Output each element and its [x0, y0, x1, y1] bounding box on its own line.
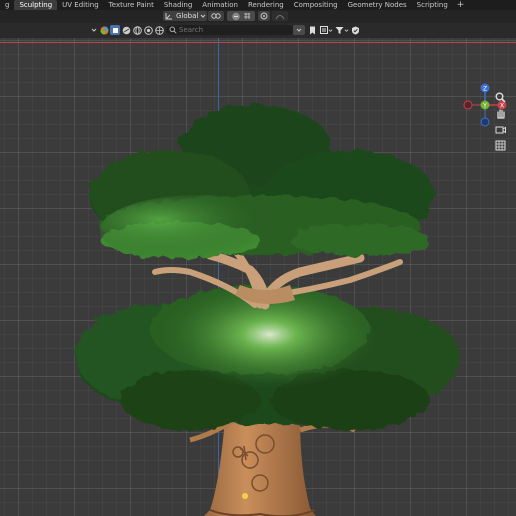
camera-view-button[interactable]	[493, 122, 507, 136]
hand-icon	[496, 108, 505, 119]
tab-geometry-nodes[interactable]: Geometry Nodes	[343, 0, 412, 10]
proportional-edit-toggle[interactable]	[258, 11, 270, 21]
zoom-button[interactable]	[493, 90, 507, 104]
collection-dropdown[interactable]	[318, 25, 334, 35]
chevron-down-icon	[296, 28, 302, 32]
chevron-down-icon	[328, 28, 332, 32]
select-box-toggle[interactable]	[110, 25, 120, 35]
tab-layout-partial[interactable]: g	[0, 0, 14, 10]
search-box[interactable]	[166, 25, 294, 35]
solid-sphere-icon	[122, 26, 130, 34]
orientation-icon	[165, 13, 172, 20]
falloff-curve-icon	[275, 15, 285, 20]
tab-scripting[interactable]: Scripting	[412, 0, 453, 10]
tree-model[interactable]	[60, 100, 470, 516]
camera-icon	[495, 126, 506, 133]
perspective-toggle-button[interactable]	[493, 138, 507, 152]
bookmark-icon	[309, 26, 315, 34]
solid-shading-toggle[interactable]	[121, 25, 131, 35]
search-input[interactable]	[177, 26, 279, 34]
orientation-dropdown[interactable]: Global	[163, 11, 207, 21]
pivot-link-icon	[211, 13, 221, 19]
x-axis-line	[0, 42, 516, 43]
filter-funnel-icon	[335, 26, 344, 34]
wire-sphere-icon	[132, 25, 142, 35]
orientation-value: Global	[176, 12, 199, 20]
tab-animation[interactable]: Animation	[197, 0, 243, 10]
tool-header	[0, 23, 516, 38]
tab-sculpting[interactable]: Sculpting	[14, 0, 58, 10]
filter-dropdown[interactable]	[335, 25, 349, 35]
workspace-tabs: g Sculpting UV Editing Texture Paint Sha…	[0, 0, 516, 10]
grid-icon	[495, 140, 505, 150]
z-axis-label: Z	[483, 85, 487, 92]
shield-check-icon	[351, 26, 359, 34]
chevron-down-icon	[91, 28, 97, 32]
tab-compositing[interactable]: Compositing	[289, 0, 343, 10]
pivot-point-dropdown[interactable]	[208, 11, 224, 21]
snapping-dropdown[interactable]	[227, 11, 255, 21]
wireframe-toggle[interactable]	[132, 25, 142, 35]
tab-rendering[interactable]: Rendering	[243, 0, 289, 10]
sculpt-cursor-dot	[242, 493, 248, 499]
neg-x-axis-handle[interactable]	[463, 100, 473, 110]
tab-texture-paint[interactable]: Texture Paint	[104, 0, 159, 10]
snap-icon	[232, 12, 240, 20]
3d-viewport[interactable]: X Z Y	[0, 38, 516, 516]
chevron-down-icon	[200, 14, 206, 18]
shield-button[interactable]	[350, 25, 360, 35]
tab-uv-editing[interactable]: UV Editing	[57, 0, 104, 10]
neg-z-axis-handle[interactable]	[480, 117, 490, 127]
proportional-edit-icon	[260, 12, 268, 20]
render-preview-toggle[interactable]	[154, 25, 164, 35]
falloff-dropdown[interactable]	[272, 11, 288, 21]
y-axis-label: Y	[482, 102, 487, 109]
filter-mode-toggle[interactable]	[293, 25, 305, 35]
overlay-toggle[interactable]	[143, 25, 153, 35]
overlay-icon	[143, 25, 153, 35]
search-icon	[169, 26, 177, 34]
collection-icon	[319, 26, 328, 34]
bookmark-button[interactable]	[307, 25, 317, 35]
color-sphere-icon	[100, 26, 108, 34]
viewport-header: Global	[0, 10, 516, 23]
chevron-down-icon	[344, 28, 349, 32]
magnifier-icon	[495, 92, 506, 103]
tab-shading[interactable]: Shading	[159, 0, 197, 10]
material-preview-toggle[interactable]	[99, 25, 109, 35]
snap-grid-icon	[244, 13, 250, 19]
render-sphere-icon	[154, 25, 164, 35]
pan-button[interactable]	[493, 106, 507, 120]
square-icon	[112, 27, 118, 33]
add-workspace-button[interactable]: +	[453, 0, 469, 10]
